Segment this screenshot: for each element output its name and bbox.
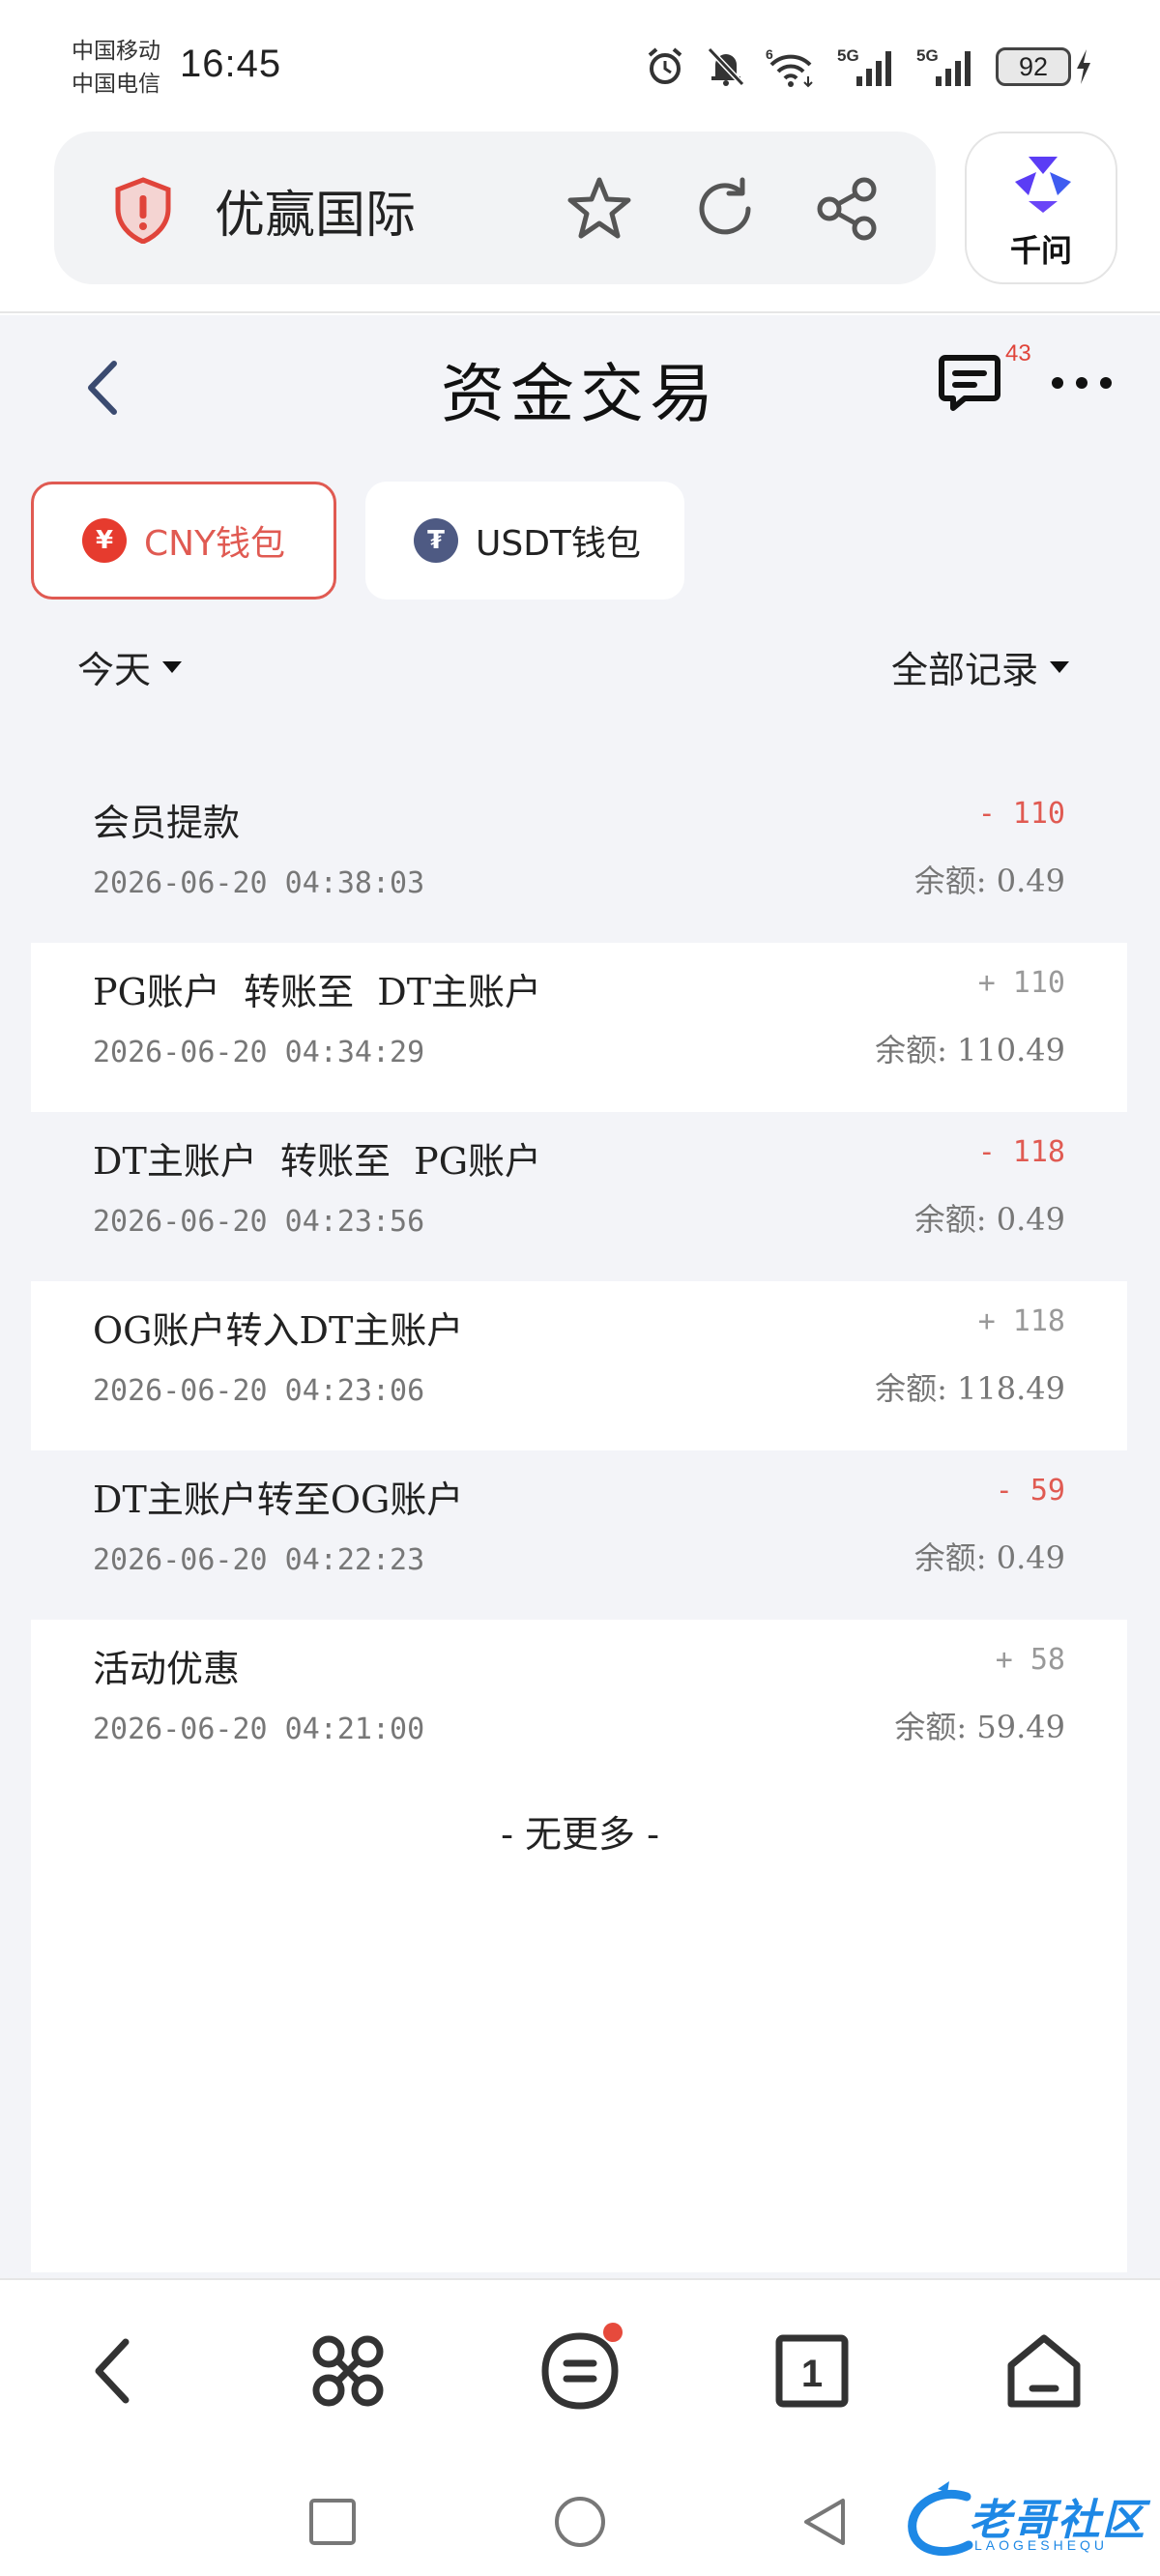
message-count-badge: 43 xyxy=(1005,340,1031,366)
tab-usdt-wallet[interactable]: ₮ USDT钱包 xyxy=(365,482,684,600)
date-filter-dropdown[interactable]: 今天 xyxy=(77,640,184,693)
share-icon[interactable] xyxy=(810,172,884,246)
transaction-balance: 余额: 59.49 xyxy=(894,1709,1065,1745)
record-type-dropdown[interactable]: 全部记录 xyxy=(891,640,1071,693)
transaction-row[interactable]: DT主账户 转账至 PG账户 2026-06-20 04:23:56 - 118… xyxy=(31,1112,1127,1281)
caret-down-icon xyxy=(1050,660,1069,673)
fund-transactions-page: 资金交易 43 ¥ CNY钱包 ₮ USDT钱包 今天 全部记录 会员提款 20… xyxy=(0,315,1160,2278)
address-bar[interactable]: 优赢国际 xyxy=(54,132,936,284)
alarm-icon xyxy=(648,47,682,84)
shield-warning-icon[interactable] xyxy=(112,176,174,244)
recents-icon[interactable] xyxy=(305,2495,360,2549)
transaction-time: 2026-06-20 04:34:29 xyxy=(93,1036,425,1069)
watermark-subtext: LAOGESHEQU xyxy=(974,2537,1109,2553)
transaction-row[interactable]: 活动优惠 2026-06-20 04:21:00 + 58 余额: 59.49 xyxy=(31,1620,1127,1789)
svg-text:1: 1 xyxy=(801,2353,823,2395)
yuan-icon: ¥ xyxy=(82,518,127,563)
transaction-title: 活动优惠 xyxy=(93,1648,241,1690)
transaction-amount: + 110 xyxy=(977,966,1065,1000)
site-title[interactable]: 优赢国际 xyxy=(215,174,416,247)
notification-dot xyxy=(603,2323,623,2342)
transaction-balance: 余额: 118.49 xyxy=(875,1370,1065,1407)
refresh-icon[interactable] xyxy=(688,172,762,246)
transaction-amount: + 58 xyxy=(995,1643,1065,1677)
transaction-time: 2026-06-20 04:21:00 xyxy=(93,1712,425,1746)
system-back-icon[interactable] xyxy=(798,2495,853,2549)
transaction-balance: 余额: 0.49 xyxy=(914,863,1065,899)
assistant-label: 千问 xyxy=(1009,232,1072,269)
transaction-balance: 余额: 110.49 xyxy=(875,1032,1065,1068)
watermark-logo: 老哥社区 LAOGESHEQU xyxy=(899,2477,1150,2564)
transaction-title: OG账户转入DT主账户 xyxy=(93,1309,464,1352)
transaction-title: 会员提款 xyxy=(93,802,241,844)
transaction-time: 2026-06-20 04:38:03 xyxy=(93,866,425,900)
menu-icon[interactable] xyxy=(539,2330,621,2412)
status-time: 16:45 xyxy=(180,43,282,85)
transaction-title: DT主账户 转账至 PG账户 xyxy=(93,1140,542,1183)
apps-icon[interactable] xyxy=(307,2330,389,2412)
svg-text:5G: 5G xyxy=(837,46,859,65)
battery-level: 92 xyxy=(996,47,1071,86)
date-filter-label: 今天 xyxy=(77,649,152,691)
message-icon[interactable] xyxy=(936,348,1003,416)
svg-text:6: 6 xyxy=(766,46,773,62)
transaction-amount: - 110 xyxy=(977,797,1065,831)
transaction-time: 2026-06-20 04:23:06 xyxy=(93,1374,425,1408)
carrier-labels: 中国移动 中国电信 xyxy=(72,35,160,101)
charging-icon xyxy=(1077,49,1090,84)
assistant-logo-icon xyxy=(1015,157,1071,213)
transaction-row[interactable]: 会员提款 2026-06-20 04:38:03 - 110 余额: 0.49 xyxy=(31,774,1127,943)
home-circle-icon[interactable] xyxy=(553,2495,607,2549)
signal-5g-icon: 5G xyxy=(837,46,891,86)
tab-label: CNY钱包 xyxy=(144,524,286,564)
svg-text:5G: 5G xyxy=(916,46,939,65)
status-icons: 6 5G 5G 92 xyxy=(644,43,1092,91)
star-icon[interactable] xyxy=(563,172,636,246)
transaction-balance: 余额: 0.49 xyxy=(914,1539,1065,1576)
transaction-title: PG账户 转账至 DT主账户 xyxy=(93,971,542,1013)
transaction-amount: + 118 xyxy=(977,1304,1065,1338)
nav-back-icon[interactable] xyxy=(75,2330,157,2412)
tab-label: USDT钱包 xyxy=(476,524,641,564)
wifi-icon: 6 xyxy=(766,46,813,88)
list-end-label: - 无更多 - xyxy=(501,1813,659,1856)
more-options-icon[interactable] xyxy=(1048,373,1116,393)
tab-cny-wallet[interactable]: ¥ CNY钱包 xyxy=(31,482,336,600)
transaction-row[interactable]: OG账户转入DT主账户 2026-06-20 04:23:06 + 118 余额… xyxy=(31,1281,1127,1450)
transaction-time: 2026-06-20 04:22:23 xyxy=(93,1543,425,1577)
carrier-1: 中国移动 xyxy=(72,39,160,64)
record-type-label: 全部记录 xyxy=(890,649,1038,691)
transaction-time: 2026-06-20 04:23:56 xyxy=(93,1205,425,1239)
system-nav-bar: 老哥社区 LAOGESHEQU xyxy=(0,2458,1160,2576)
mute-icon xyxy=(707,46,745,87)
transaction-list: 会员提款 2026-06-20 04:38:03 - 110 余额: 0.49 … xyxy=(31,774,1127,1789)
dragon-icon xyxy=(908,2481,973,2557)
tabs-icon[interactable]: 1 xyxy=(771,2330,853,2412)
transaction-row[interactable]: DT主账户转至OG账户 2026-06-20 04:22:23 - 59 余额:… xyxy=(31,1450,1127,1620)
status-bar: 中国移动 中国电信 16:45 6 5G 5G 92 xyxy=(0,0,1160,135)
tether-icon: ₮ xyxy=(414,518,458,563)
browser-bottom-nav: 1 xyxy=(0,2278,1160,2458)
carrier-2: 中国电信 xyxy=(72,72,160,97)
list-background xyxy=(31,1789,1127,2272)
transaction-amount: - 59 xyxy=(995,1474,1065,1508)
battery-indicator: 92 xyxy=(996,47,1092,86)
transaction-title: DT主账户转至OG账户 xyxy=(93,1478,464,1521)
browser-bar: 优赢国际 千问 xyxy=(0,128,1160,313)
signal-5g-icon-2: 5G xyxy=(916,46,971,86)
assistant-button[interactable]: 千问 xyxy=(965,132,1117,284)
home-icon[interactable] xyxy=(1003,2330,1085,2412)
transaction-balance: 余额: 0.49 xyxy=(914,1201,1065,1238)
caret-down-icon xyxy=(162,660,183,673)
transaction-amount: - 118 xyxy=(977,1135,1065,1169)
transaction-row[interactable]: PG账户 转账至 DT主账户 2026-06-20 04:34:29 + 110… xyxy=(31,943,1127,1112)
